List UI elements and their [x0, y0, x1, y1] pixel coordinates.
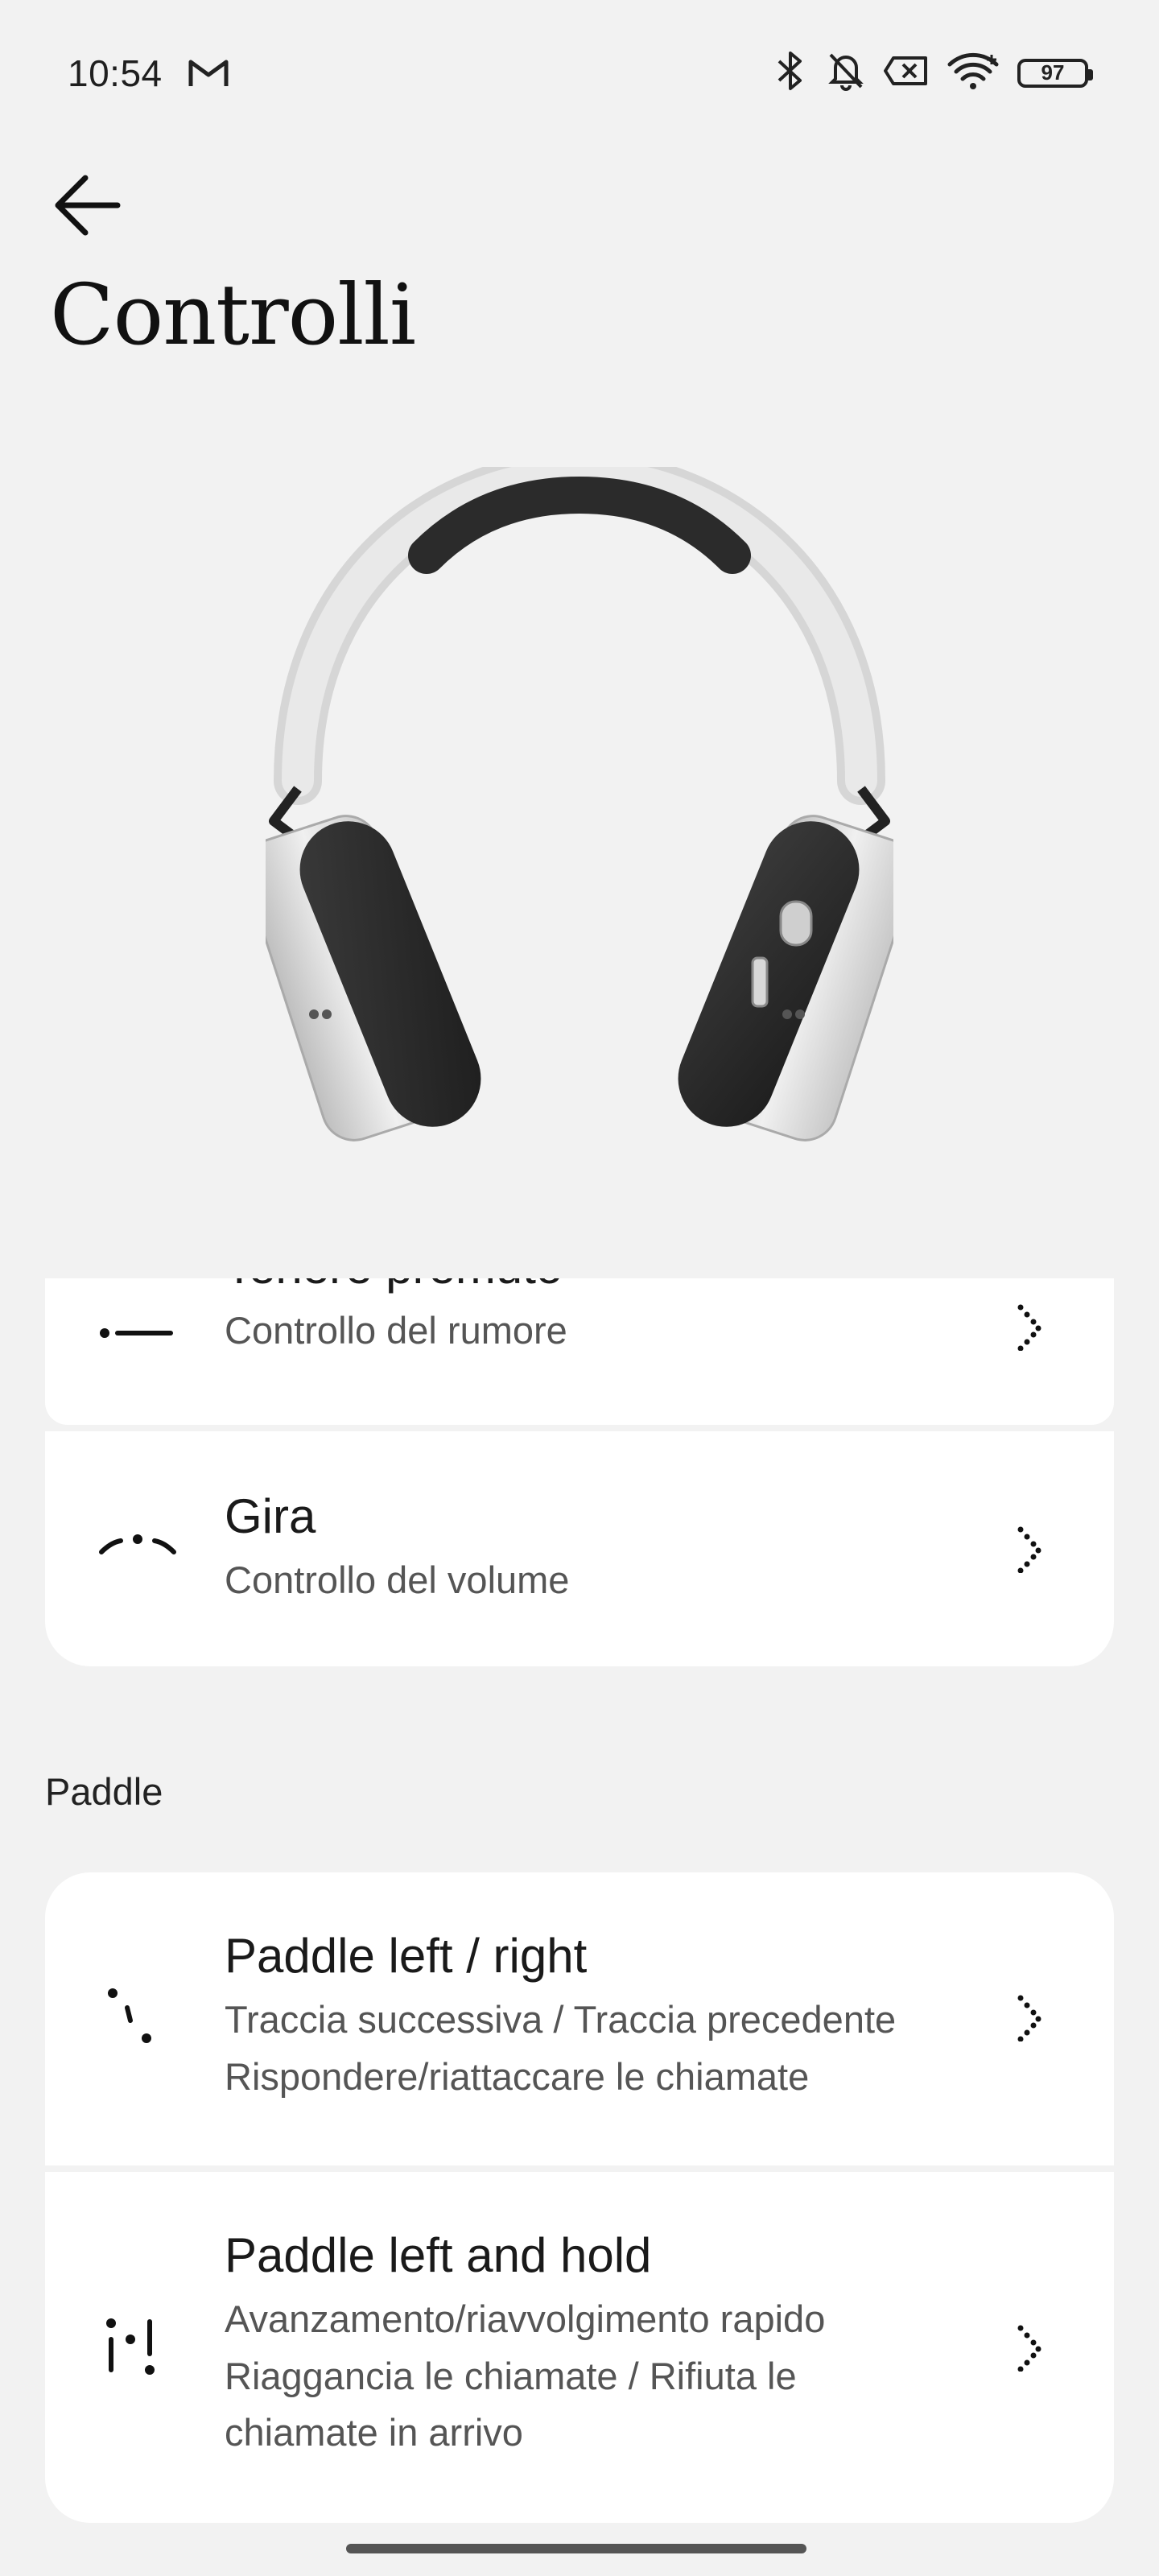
bell-muted-icon — [826, 50, 866, 96]
row-subtitle-paddle-left-right: Traccia successiva / Traccia precedente … — [225, 1992, 1001, 2105]
subtitle-line: chiamate in arrivo — [225, 2411, 523, 2454]
page-title: Controlli — [50, 266, 416, 364]
control-row-paddle-left-right[interactable]: Paddle left / right Traccia successiva /… — [45, 1872, 1114, 2165]
control-row-turn[interactable]: Gira Controllo del volume — [45, 1431, 1114, 1666]
chevron-right-icon — [1017, 2325, 1041, 2372]
control-row-hold[interactable]: Tenere premuto Controllo del rumore — [45, 1278, 1114, 1425]
arrow-left-icon — [55, 175, 121, 236]
battery-level: 97 — [1041, 60, 1065, 85]
chevron-right-icon — [1017, 1526, 1041, 1573]
no-data-icon — [884, 53, 929, 93]
chevron-right-icon — [1017, 1995, 1041, 2041]
wifi-icon — [947, 50, 1000, 96]
row-title-paddle-left-hold: Paddle left and hold — [225, 2228, 652, 2282]
row-subtitle-turn: Controllo del volume — [225, 1558, 570, 1601]
row-title-paddle-left-right: Paddle left / right — [225, 1929, 588, 1983]
turn-icon — [99, 1534, 176, 1554]
row-title-turn: Gira — [225, 1489, 316, 1543]
headphones-image — [243, 450, 916, 1159]
chevron-right-icon — [1017, 1304, 1041, 1351]
subtitle-line: Riaggancia le chiamate / Rifiuta le — [225, 2354, 797, 2397]
home-indicator[interactable] — [346, 2544, 806, 2553]
battery-icon: 97 — [1017, 58, 1093, 88]
row-subtitle-hold: Controllo del rumore — [225, 1309, 567, 1352]
row-subtitle-paddle-left-hold: Avanzamento/riavvolgimento rapido Riagga… — [225, 2291, 1001, 2462]
control-row-paddle-left-hold[interactable]: Paddle left and hold Avanzamento/riavvol… — [45, 2172, 1114, 2523]
paddle-icon — [108, 1988, 151, 2043]
clock-text: 10:54 — [68, 52, 163, 94]
bluetooth-icon — [773, 50, 808, 96]
status-time: 10:54 — [68, 52, 229, 98]
subtitle-line: Traccia successiva / Traccia precedente — [225, 1998, 897, 2041]
row-title-hold: Tenere premuto — [225, 1278, 1001, 1296]
status-icons: 97 — [773, 50, 1093, 96]
press-hold-icon — [100, 1328, 173, 1338]
subtitle-line: Avanzamento/riavvolgimento rapido — [225, 2297, 826, 2340]
paddle-hold-icon — [106, 2318, 155, 2375]
section-label-paddle: Paddle — [45, 1770, 163, 1813]
subtitle-line: Rispondere/riattaccare le chiamate — [225, 2054, 810, 2098]
back-button[interactable] — [42, 161, 130, 250]
gmail-icon — [188, 55, 229, 98]
